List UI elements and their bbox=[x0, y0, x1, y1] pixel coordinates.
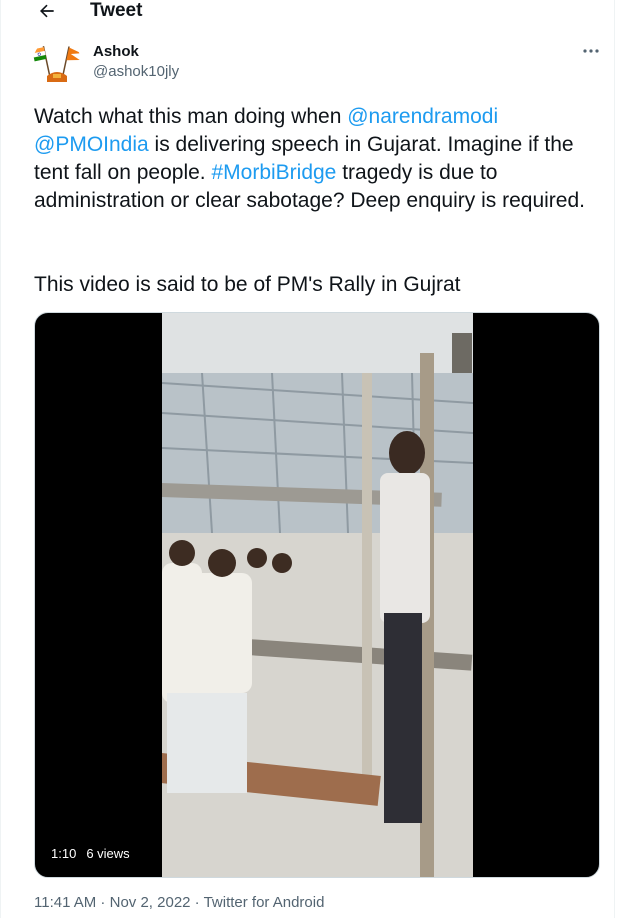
hashtag-link-morbibridge[interactable]: #MorbiBridge bbox=[211, 161, 336, 184]
tweet-text-segment: Watch what this man doing when bbox=[34, 105, 348, 128]
avatar[interactable] bbox=[33, 38, 81, 86]
tweet-text: Watch what this man doing when @narendra… bbox=[34, 103, 606, 296]
page-title: Tweet bbox=[90, 0, 143, 21]
separator: · bbox=[96, 894, 110, 911]
tweet-header: Tweet bbox=[0, 0, 614, 28]
left-border bbox=[0, 0, 1, 918]
author-handle[interactable]: @ashok10jly bbox=[93, 63, 179, 81]
mention-link-narendramodi[interactable]: @narendramodi bbox=[347, 105, 498, 128]
tweet-metadata: 11:41 AM · Nov 2, 2022 · Twitter for And… bbox=[34, 894, 324, 912]
author-name[interactable]: Ashok bbox=[93, 43, 139, 61]
right-border bbox=[614, 0, 615, 918]
tweet-time[interactable]: 11:41 AM bbox=[34, 894, 96, 911]
tweet-date[interactable]: Nov 2, 2022 bbox=[110, 894, 191, 911]
tweet-source[interactable]: Twitter for Android bbox=[204, 894, 325, 911]
back-button[interactable] bbox=[30, 0, 64, 26]
arrow-left-icon bbox=[40, 4, 54, 18]
video-duration: 1:10 bbox=[51, 846, 77, 861]
tweet-paragraph-2: This video is said to be of PM's Rally i… bbox=[34, 273, 461, 296]
video-stats-badge: 1:10 6 views bbox=[43, 841, 138, 867]
video-views: 6 views bbox=[86, 846, 130, 861]
more-dots-icon bbox=[583, 49, 599, 53]
tweet-paragraph-1: Watch what this man doing when @narendra… bbox=[34, 103, 606, 215]
video-player[interactable]: 1:10 6 views bbox=[34, 312, 600, 878]
mention-link-pmoindia[interactable]: @PMOIndia bbox=[34, 133, 149, 156]
avatar-flags-icon bbox=[33, 46, 81, 82]
more-options-button[interactable] bbox=[578, 40, 604, 62]
video-thumbnail bbox=[162, 313, 473, 877]
separator: · bbox=[190, 894, 204, 911]
